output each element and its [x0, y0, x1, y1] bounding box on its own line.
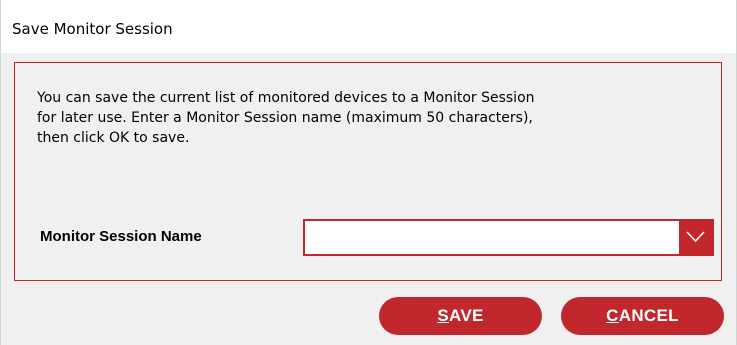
- cancel-label: ANCEL: [618, 306, 679, 325]
- monitor-session-name-label: Monitor Session Name: [40, 228, 202, 245]
- monitor-session-name-combobox[interactable]: [303, 219, 714, 256]
- monitor-session-name-input[interactable]: [305, 221, 679, 254]
- save-monitor-session-dialog: Save Monitor Session You can save the cu…: [0, 0, 737, 345]
- description-text: You can save the current list of monitor…: [37, 90, 535, 146]
- window-title: Save Monitor Session: [12, 20, 173, 38]
- cancel-button[interactable]: CANCEL: [561, 297, 724, 335]
- save-label: AVE: [449, 306, 484, 325]
- save-mnemonic: S: [437, 306, 450, 325]
- chevron-down-icon: [686, 231, 705, 243]
- save-button[interactable]: SAVE: [379, 297, 542, 335]
- title-bar: Save Monitor Session: [1, 0, 736, 53]
- dropdown-button[interactable]: [679, 221, 712, 254]
- cancel-mnemonic: C: [606, 306, 619, 325]
